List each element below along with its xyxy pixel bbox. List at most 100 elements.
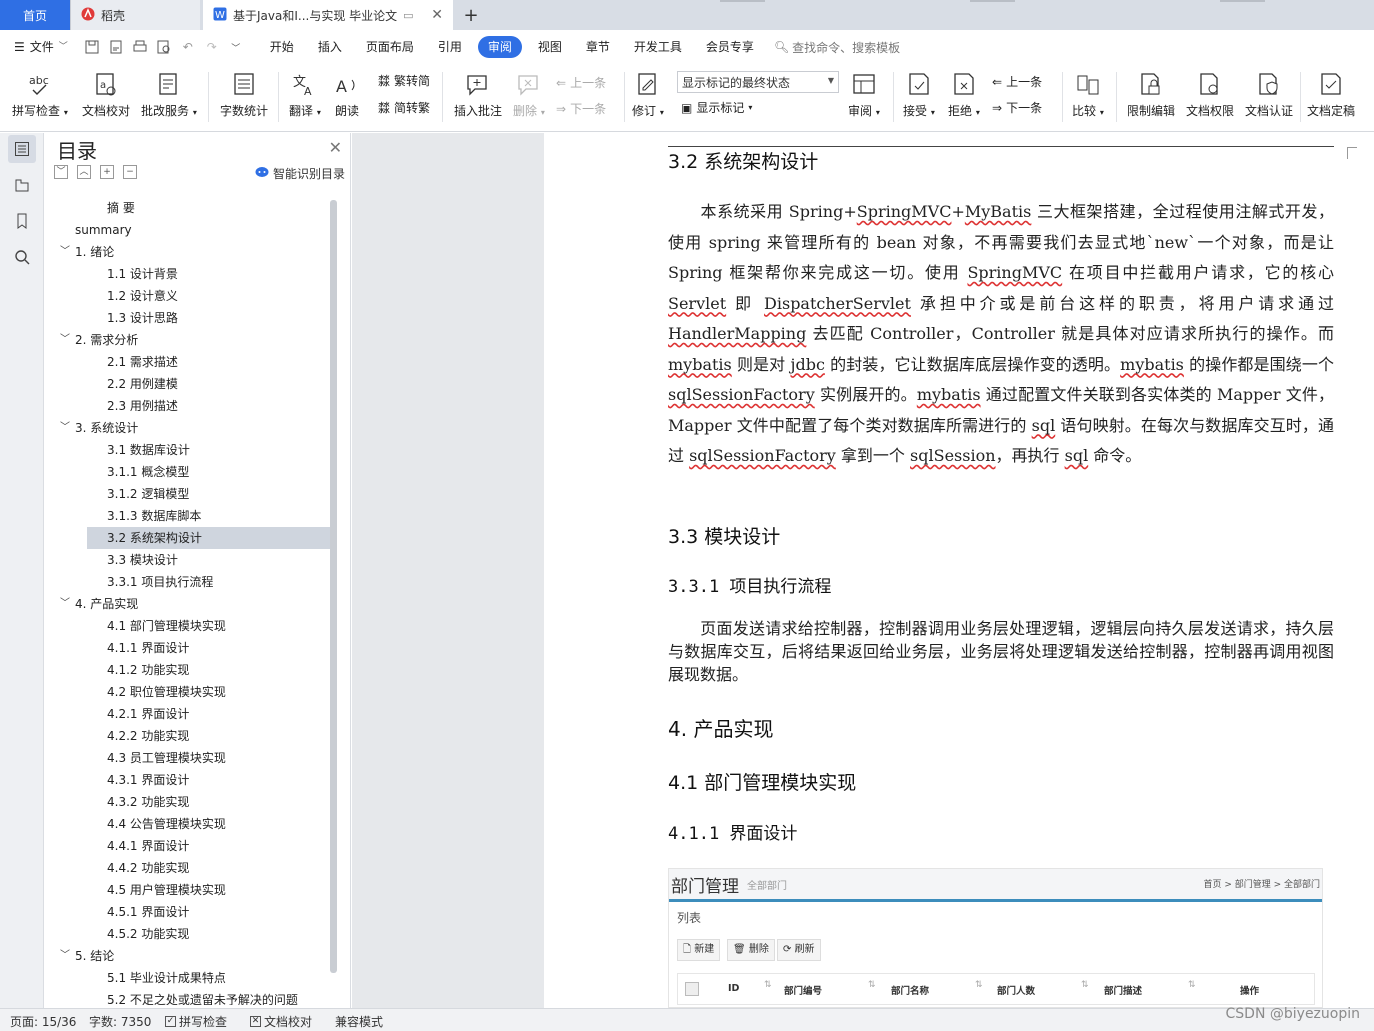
toc-item[interactable]: 1.1 设计背景 (45, 263, 335, 285)
menu-developer[interactable]: 开发工具 (622, 36, 694, 58)
print-preview-icon[interactable] (154, 38, 174, 56)
next-change-button[interactable]: ⇒ 下一条 (992, 99, 1042, 116)
toc-item[interactable]: 摘 要 (45, 197, 335, 219)
new-tab-button[interactable]: + (453, 0, 489, 30)
search-icon[interactable] (8, 243, 36, 271)
translate-button[interactable]: 文A 翻译 ▾ (289, 70, 321, 119)
review-pane-button[interactable]: 审阅 ▾ (848, 70, 880, 119)
remove-heading-icon[interactable]: − (123, 165, 137, 179)
accept-button[interactable]: 接受 ▾ (903, 70, 935, 119)
toc-item[interactable]: 4.5 用户管理模块实现 (45, 879, 335, 901)
tab-docer[interactable]: 稻壳 (70, 0, 200, 30)
command-search[interactable]: 🔍︎ 查找命令、搜索模板 (774, 39, 900, 56)
show-markup-button[interactable]: ▣ 显示标记 ▾ (681, 99, 752, 116)
toc-item[interactable]: 4.3.1 界面设计 (45, 769, 335, 791)
toc-item[interactable]: 3.1.1 概念模型 (45, 461, 335, 483)
export-pdf-icon[interactable] (106, 38, 126, 56)
batch-service-button[interactable]: 批改服务 ▾ (141, 70, 197, 119)
status-spell-check[interactable]: ✓ 拼写检查 (165, 1013, 227, 1030)
prev-comment-button[interactable]: ⇐ 上一条 (556, 74, 606, 91)
expand-all-icon[interactable]: ︿ (77, 165, 91, 179)
toc-item[interactable]: 5.2 不足之处或遗留未予解决的问题 (45, 989, 335, 1005)
toc-item[interactable]: 1.3 设计思路 (45, 307, 335, 329)
toc-item[interactable]: ﹀ 3. 系统设计 (45, 417, 335, 439)
toc-item[interactable]: 4.2 职位管理模块实现 (45, 681, 335, 703)
toc-item[interactable]: 4.1.2 功能实现 (45, 659, 335, 681)
markup-display-select[interactable]: 显示标记的最终状态 ▼ (677, 71, 839, 93)
menu-review[interactable]: 审阅 (477, 36, 522, 58)
smart-toc-button[interactable]: 智能识别目录 (255, 165, 345, 182)
print-icon[interactable] (130, 38, 150, 56)
bookmark-icon[interactable] (8, 207, 36, 235)
toc-item[interactable]: 4.3 员工管理模块实现 (45, 747, 335, 769)
toc-item[interactable]: 4.2.2 功能实现 (45, 725, 335, 747)
add-heading-icon[interactable]: + (100, 165, 114, 179)
doc-permission-button[interactable]: 文档权限 (1186, 70, 1234, 119)
toc-item[interactable]: ﹀ 5. 结论 (45, 945, 335, 967)
simp-to-trad-button[interactable]: 㵘简转繁 (378, 99, 430, 116)
tab-document[interactable]: W 基于Java和I...与实现 毕业论文 ▭ ✕ (203, 0, 453, 30)
trad-to-simp-button[interactable]: 㵘繁转简 (378, 72, 430, 89)
chevron-down-icon[interactable]: ﹀ (60, 329, 70, 351)
toc-item[interactable]: ﹀ 1. 绪论 (45, 241, 335, 263)
toc-item[interactable]: 2.3 用例描述 (45, 395, 335, 417)
menu-insert[interactable]: 插入 (306, 36, 354, 58)
toc-item[interactable]: summary (45, 219, 335, 241)
spell-check-button[interactable]: abc 拼写检查 ▾ (12, 70, 68, 119)
menu-page-layout[interactable]: 页面布局 (354, 36, 426, 58)
delete-comment-button[interactable]: 删除 ▾ (513, 70, 545, 119)
toc-item[interactable]: 4.3.2 功能实现 (45, 791, 335, 813)
toc-item[interactable]: 5.1 毕业设计成果特点 (45, 967, 335, 989)
undo-icon[interactable]: ↶ (178, 38, 198, 56)
compare-button[interactable]: 比较 ▾ (1072, 70, 1104, 119)
toc-item[interactable]: 4.4.1 界面设计 (45, 835, 335, 857)
window-mode-icon[interactable]: ▭ (403, 9, 413, 22)
insert-comment-button[interactable]: 插入批注 (454, 70, 502, 119)
redo-icon[interactable]: ↷ (202, 38, 222, 56)
quick-access-more-icon[interactable]: ﹀ (226, 38, 246, 56)
toc-item[interactable]: 4.5.2 功能实现 (45, 923, 335, 945)
toc-item[interactable]: 4.1.1 界面设计 (45, 637, 335, 659)
page-indicator[interactable]: 页面: 15/36 (10, 1013, 76, 1030)
collapse-all-icon[interactable]: ﹀ (54, 165, 68, 179)
toc-item[interactable]: 3.1.2 逻辑模型 (45, 483, 335, 505)
track-changes-button[interactable]: 修订 ▾ (632, 70, 664, 119)
doc-proofread-button[interactable]: a 文档校对 (82, 70, 130, 119)
menu-start[interactable]: 开始 (258, 36, 306, 58)
toc-item[interactable]: 4.1 部门管理模块实现 (45, 615, 335, 637)
menu-references[interactable]: 引用 (426, 36, 474, 58)
word-count-button[interactable]: 字数统计 (220, 70, 268, 119)
toc-item[interactable]: 4.5.1 界面设计 (45, 901, 335, 923)
toc-item[interactable]: 3.2 系统架构设计 (87, 527, 331, 549)
chevron-down-icon[interactable]: ﹀ (60, 945, 70, 967)
next-comment-button[interactable]: ⇒ 下一条 (556, 100, 606, 117)
restrict-editing-button[interactable]: 限制编辑 (1127, 70, 1175, 119)
close-tab-icon[interactable]: ✕ (431, 7, 443, 23)
toc-item[interactable]: ﹀ 4. 产品实现 (45, 593, 335, 615)
toc-item[interactable]: 3.3.1 项目执行流程 (45, 571, 335, 593)
chevron-down-icon[interactable]: ﹀ (60, 417, 70, 439)
prev-change-button[interactable]: ⇐ 上一条 (992, 73, 1042, 90)
toc-item[interactable]: 4.4.2 功能实现 (45, 857, 335, 879)
menu-member[interactable]: 会员专享 (694, 36, 766, 58)
save-icon[interactable] (82, 38, 102, 56)
word-count-indicator[interactable]: 字数: 7350 (89, 1013, 151, 1030)
read-aloud-button[interactable]: A 朗读 (333, 70, 361, 119)
reject-button[interactable]: 拒绝 ▾ (948, 70, 980, 119)
toc-item[interactable]: 2.1 需求描述 (45, 351, 335, 373)
chapter-nav-icon[interactable] (8, 171, 36, 199)
document-page[interactable]: 3.2 系统架构设计 本系统采用 Spring+SpringMVC+MyBati… (544, 133, 1374, 1008)
toc-item[interactable]: 1.2 设计意义 (45, 285, 335, 307)
toc-item[interactable]: 3.1 数据库设计 (45, 439, 335, 461)
toc-item[interactable]: 4.4 公告管理模块实现 (45, 813, 335, 835)
menu-view[interactable]: 视图 (526, 36, 574, 58)
file-menu[interactable]: ☰ 文件 ﹀ (0, 36, 80, 58)
close-icon[interactable]: ✕ (329, 138, 342, 157)
toc-panel-icon[interactable] (8, 135, 36, 163)
toc-scrollbar[interactable] (330, 200, 337, 973)
toc-item[interactable]: 3.3 模块设计 (45, 549, 335, 571)
tab-home[interactable]: 首页 (0, 0, 70, 30)
toc-item[interactable]: 2.2 用例建模 (45, 373, 335, 395)
doc-finalize-button[interactable]: 文档定稿 (1307, 70, 1355, 119)
toc-item[interactable]: 3.1.3 数据库脚本 (45, 505, 335, 527)
